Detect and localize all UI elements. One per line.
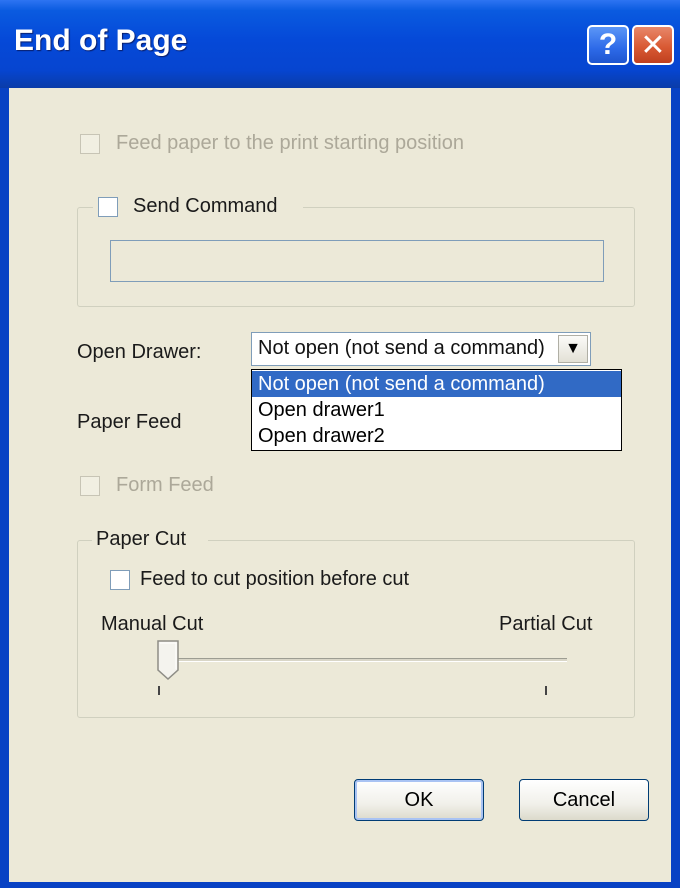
question-mark-icon: ? — [598, 28, 618, 61]
ok-button[interactable]: OK — [354, 779, 484, 821]
help-button[interactable]: ? — [587, 25, 629, 65]
feed-paper-checkbox[interactable] — [80, 134, 100, 154]
slider-tick — [545, 686, 547, 695]
open-drawer-select[interactable]: Not open (not send a command) ▼ — [251, 332, 591, 366]
open-drawer-dropdown-list: Not open (not send a command) Open drawe… — [251, 369, 622, 451]
paper-cut-legend: Paper Cut — [96, 528, 187, 550]
title-bar[interactable]: End of Page ? ✕ — [0, 0, 680, 88]
paper-feed-label: Paper Feed — [77, 411, 182, 433]
send-command-checkbox[interactable] — [98, 197, 118, 217]
open-drawer-value: Not open (not send a command) — [258, 337, 545, 359]
close-button[interactable]: ✕ — [632, 25, 674, 65]
dropdown-arrow-button[interactable]: ▼ — [558, 335, 588, 363]
close-icon: ✕ — [640, 28, 666, 62]
dialog-title: End of Page — [14, 24, 188, 57]
send-command-label: Send Command — [133, 195, 278, 217]
partial-cut-label: Partial Cut — [499, 613, 593, 635]
feed-to-cut-checkbox[interactable] — [110, 570, 130, 590]
form-feed-checkbox[interactable] — [80, 476, 100, 496]
cancel-button[interactable]: Cancel — [519, 779, 649, 821]
manual-cut-label: Manual Cut — [101, 613, 204, 635]
dropdown-option[interactable]: Open drawer1 — [252, 397, 621, 423]
slider-tick — [158, 686, 160, 695]
dropdown-option[interactable]: Open drawer2 — [252, 423, 621, 449]
dialog-window: End of Page ? ✕ Feed paper to the print … — [0, 0, 680, 888]
form-feed-label: Form Feed — [116, 474, 214, 496]
open-drawer-label: Open Drawer: — [77, 341, 202, 363]
feed-to-cut-label: Feed to cut position before cut — [140, 568, 410, 590]
cut-slider-thumb[interactable] — [157, 640, 179, 680]
command-input[interactable] — [110, 240, 604, 282]
cut-slider-track[interactable] — [172, 658, 567, 662]
chevron-down-icon: ▼ — [565, 340, 581, 357]
dropdown-option[interactable]: Not open (not send a command) — [252, 371, 621, 397]
feed-paper-label: Feed paper to the print starting positio… — [116, 132, 464, 154]
